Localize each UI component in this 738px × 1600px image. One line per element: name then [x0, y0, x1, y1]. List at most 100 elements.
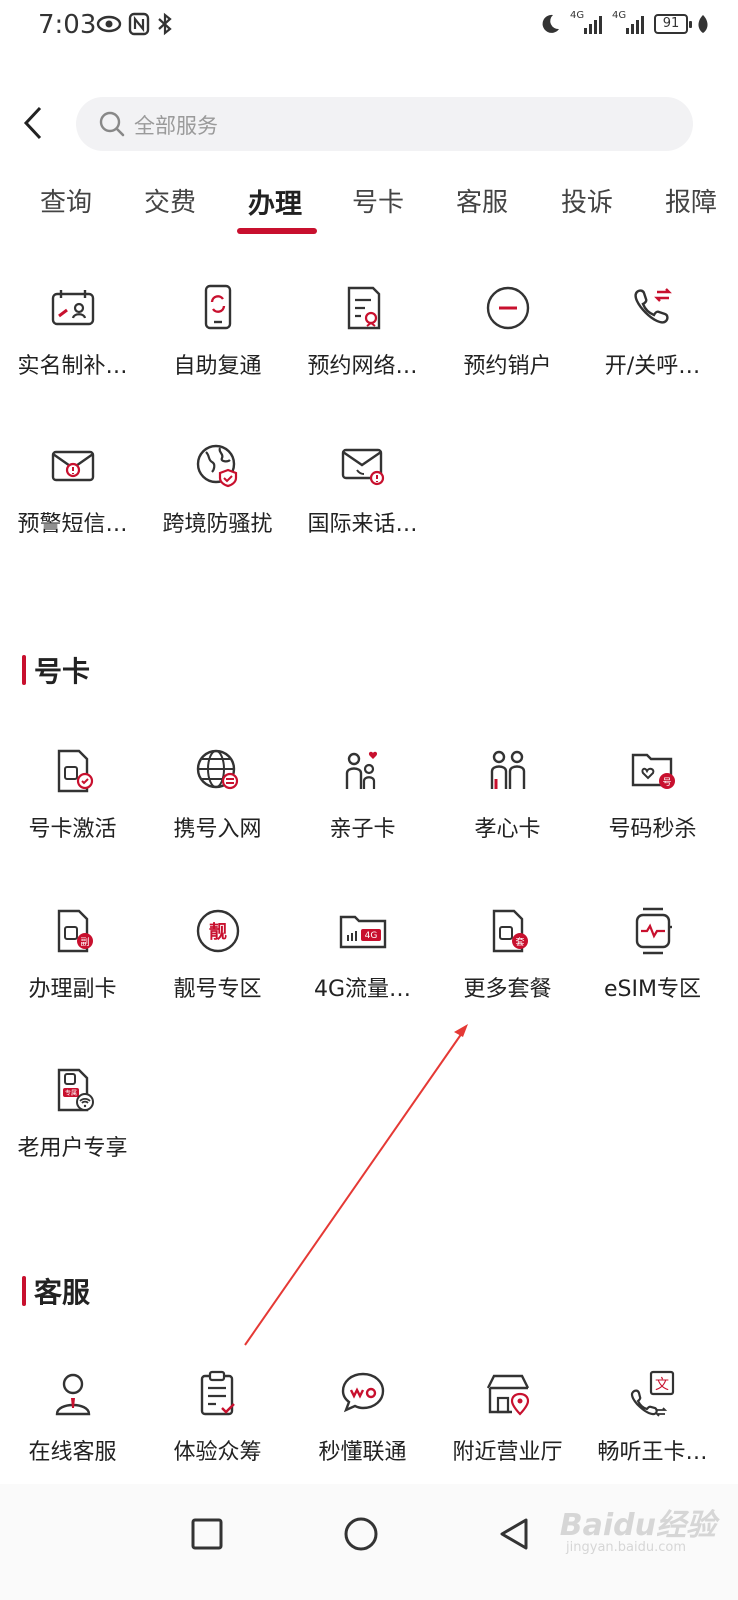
agent-icon	[55, 1373, 90, 1416]
service-item-reserve-network[interactable]: 预约网络…	[290, 282, 435, 412]
moon-icon	[542, 14, 559, 33]
card-item-old-user[interactable]: 专属 老用户专享	[0, 1064, 145, 1194]
service-label: 号卡激活	[28, 817, 117, 842]
card-item-esim[interactable]: eSIM专区	[580, 905, 725, 1035]
badge-exclusive: 专属	[64, 1089, 76, 1097]
status-right-icons: 4G 4G 91	[538, 10, 710, 36]
service-label: 4G流量…	[313, 977, 412, 1002]
tab-number-card[interactable]: 号卡	[352, 182, 404, 219]
back-button[interactable]	[16, 100, 56, 146]
chevron-left-icon	[23, 106, 42, 140]
tab-payment[interactable]: 交费	[144, 182, 196, 219]
service-item-self-restore[interactable]: 自助复通	[145, 282, 290, 412]
service-label: 跨境防骚扰	[162, 512, 273, 537]
card-item-number-flash-sale[interactable]: 号 号码秒杀	[580, 745, 725, 875]
service-label: 预约网络…	[307, 354, 418, 379]
elder-care-icon	[490, 750, 525, 789]
nfc-icon	[128, 12, 150, 36]
cs-item-nearby-store[interactable]: 附近营业厅	[435, 1368, 580, 1498]
home-button[interactable]	[337, 1510, 385, 1558]
service-item-cancel-account[interactable]: 预约销户	[435, 282, 580, 412]
smartwatch-icon	[635, 907, 672, 955]
battery-icon: 91	[654, 14, 692, 34]
service-label: 畅听王卡…	[597, 1440, 708, 1465]
store-location-icon	[486, 1374, 529, 1416]
card-item-4g-data[interactable]: 4G 4G流量…	[290, 905, 435, 1035]
card-item-filial[interactable]: 孝心卡	[435, 745, 580, 875]
id-card-icon	[51, 290, 94, 326]
sim-sub-icon: 副	[57, 909, 93, 953]
service-label: 开/关呼…	[604, 354, 701, 379]
tab-query[interactable]: 查询	[40, 182, 92, 219]
sim-check-icon	[57, 749, 93, 793]
card-item-port-in[interactable]: 携号入网	[145, 745, 290, 875]
tab-handle[interactable]: 办理	[248, 182, 302, 221]
card-item-sub-card[interactable]: 副 办理副卡	[0, 905, 145, 1035]
clipboard-icon	[200, 1370, 235, 1416]
watermark-url: jingyan.baidu.com	[566, 1540, 686, 1555]
section-title-number-card: 号卡	[22, 650, 90, 690]
card-item-activate[interactable]: 号卡激活	[0, 745, 145, 875]
bluetooth-icon	[158, 12, 172, 36]
section-accent-bar	[22, 655, 26, 685]
active-tab-indicator	[237, 228, 317, 234]
service-label: 在线客服	[28, 1440, 117, 1465]
parent-child-icon	[345, 751, 377, 789]
badge-text: 文	[655, 1377, 669, 1393]
badge-number: 号	[662, 777, 671, 788]
network-label-2: 4G	[612, 10, 627, 21]
section-title-text: 客服	[34, 1276, 91, 1309]
back-nav-button[interactable]	[490, 1510, 538, 1558]
service-item-call-switch[interactable]: 开/关呼…	[580, 282, 725, 412]
badge-pretty: 靓	[209, 921, 227, 943]
service-item-alert-sms[interactable]: 预警短信…	[0, 440, 145, 570]
call-transfer-icon	[633, 288, 672, 324]
4g-folder-icon: 4G	[339, 915, 386, 949]
section-accent-bar	[22, 1276, 26, 1306]
sim-wifi-icon: 专属	[57, 1068, 94, 1112]
search-input[interactable]: 全部服务	[76, 97, 693, 151]
sim-package-icon: 套	[492, 909, 528, 953]
tab-complaint[interactable]: 投诉	[561, 182, 613, 219]
document-check-icon	[347, 286, 380, 330]
signal-icon-2: 4G	[612, 10, 646, 36]
service-label: 附近营业厅	[452, 1440, 563, 1465]
service-item-cross-border[interactable]: 跨境防骚扰	[145, 440, 290, 570]
cs-item-crowdfunding[interactable]: 体验众筹	[145, 1368, 290, 1498]
service-item-real-name[interactable]: 实名制补…	[0, 282, 145, 412]
service-item-international-call[interactable]: 国际来话…	[290, 440, 435, 570]
section-title-customer-service: 客服	[22, 1271, 90, 1311]
service-label: 实名制补…	[17, 354, 128, 379]
card-item-parent-child[interactable]: 亲子卡	[290, 745, 435, 875]
card-item-more-packages[interactable]: 套 更多套餐	[435, 905, 580, 1035]
service-label: 预警短信…	[17, 512, 128, 537]
service-label: 自助复通	[173, 354, 262, 379]
status-bar: 7:03 4G 4G 91	[0, 0, 738, 52]
service-label: 靓号专区	[173, 977, 262, 1002]
recent-apps-button[interactable]	[183, 1510, 231, 1558]
cs-item-online-service[interactable]: 在线客服	[0, 1368, 145, 1498]
card-item-pretty-number[interactable]: 靓 靓号专区	[145, 905, 290, 1035]
leaf-icon	[698, 15, 708, 33]
search-icon	[99, 111, 125, 137]
badge-package: 套	[515, 936, 524, 948]
tab-fault-report[interactable]: 报障	[665, 182, 717, 219]
tab-customer-service[interactable]: 客服	[456, 182, 508, 219]
cs-item-listen-king-card[interactable]: 文 畅听王卡…	[580, 1368, 725, 1498]
phone-restore-icon	[204, 284, 231, 330]
minus-circle-icon	[486, 286, 529, 330]
pretty-number-icon: 靓	[196, 909, 239, 953]
service-label: 国际来话…	[307, 512, 418, 537]
search-placeholder: 全部服务	[134, 114, 218, 138]
service-label: 更多套餐	[463, 977, 552, 1002]
watermark: Baidu经验	[559, 1508, 716, 1543]
status-left-icons	[96, 12, 174, 36]
service-label: 体验众筹	[173, 1440, 262, 1465]
cs-item-understand-unicom[interactable]: 秒懂联通	[290, 1368, 435, 1498]
service-label: 号码秒杀	[608, 817, 697, 842]
service-label: 亲子卡	[329, 817, 396, 842]
signal-icon: 4G	[570, 10, 604, 36]
service-label: 预约销户	[463, 354, 552, 379]
service-label: 携号入网	[173, 817, 262, 842]
globe-transfer-icon	[196, 749, 238, 790]
